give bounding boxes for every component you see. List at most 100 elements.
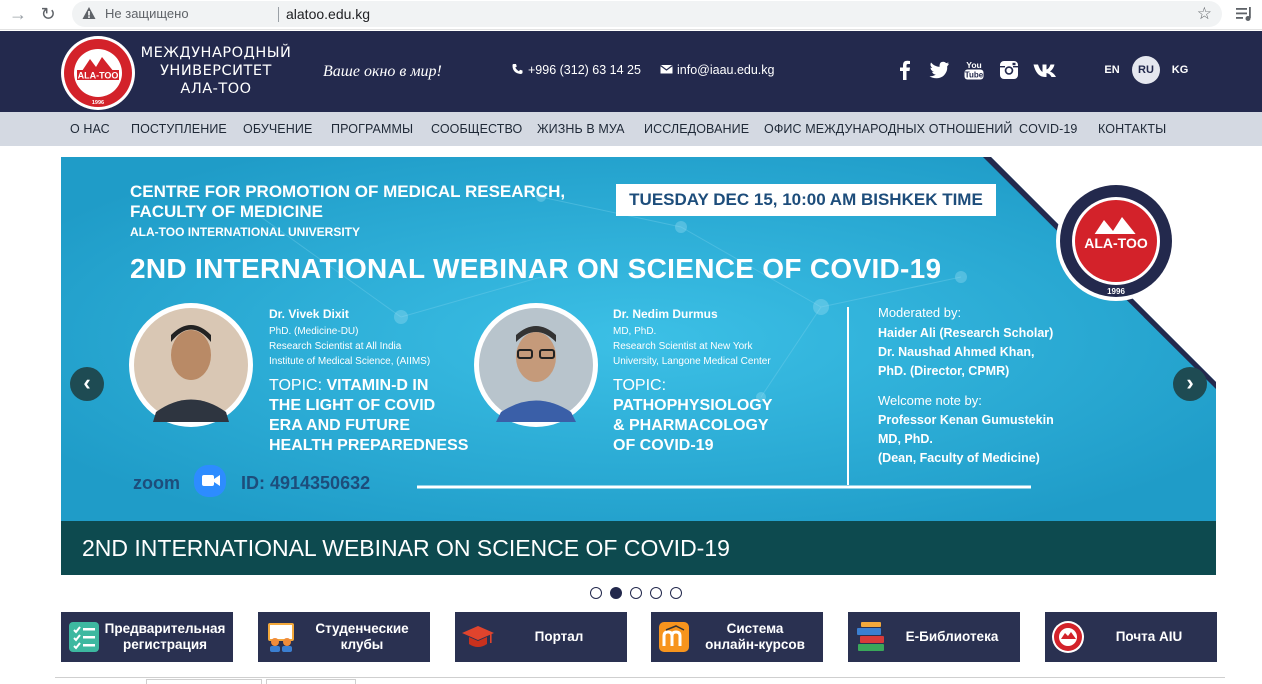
quick-link-label: Предварительная регистрация <box>101 612 229 662</box>
welcome-line: MD, PhD. <box>878 432 933 446</box>
slider-prev-button[interactable]: ‹ <box>70 367 104 401</box>
facebook-icon[interactable] <box>893 58 917 82</box>
slider-next-button[interactable]: › <box>1173 367 1207 401</box>
content-tab[interactable] <box>146 679 262 684</box>
slide-caption-bar: 2ND INTERNATIONAL WEBINAR ON SCIENCE OF … <box>61 521 1216 575</box>
speaker2-info: MD, PhD. Research Scientist at New York … <box>613 324 833 369</box>
speaker1-info-line: Research Scientist at All India <box>269 341 402 352</box>
twitter-icon[interactable] <box>927 58 951 82</box>
nav-item-contacts[interactable]: КОНТАКТЫ <box>1098 122 1166 136</box>
content-tab[interactable] <box>266 679 356 684</box>
quick-link-portal[interactable]: Портал <box>455 612 627 662</box>
bookmark-star-icon[interactable]: ☆ <box>1197 4 1212 24</box>
moderator-line: PhD. (Director, CPMR) <box>878 364 1010 378</box>
speaker1-info: PhD. (Medicine-DU) Research Scientist at… <box>269 324 469 369</box>
security-label[interactable]: Не защищено <box>105 6 189 21</box>
speaker2-info-line: MD, PhD. <box>613 326 657 337</box>
university-name-line: УНИВЕРСИТЕТ <box>160 63 272 79</box>
speaker1-topic-prefix: TOPIC: <box>269 377 327 394</box>
nav-item-covid[interactable]: COVID-19 <box>1019 122 1077 136</box>
nav-item-community[interactable]: СООБЩЕСТВО <box>431 122 522 136</box>
speaker1-name: Dr. Vivek Dixit <box>269 307 349 321</box>
hero-slider[interactable]: ALA-TOO 1996 CENTRE FOR PROMOTION OF MED… <box>61 157 1216 575</box>
nav-item-admission[interactable]: ПОСТУПЛЕНИЕ <box>131 122 227 136</box>
site-header: ALA-TOO 1996 МЕЖДУНАРОДНЫЙ УНИВЕРСИТЕТ А… <box>0 31 1262 112</box>
slide-heading: CENTRE FOR PROMOTION OF MEDICAL RESEARCH… <box>130 182 565 222</box>
warning-icon[interactable] <box>82 6 96 20</box>
back-arrow-icon[interactable]: → <box>8 4 28 24</box>
instagram-icon[interactable] <box>997 58 1021 82</box>
university-logo[interactable]: ALA-TOO 1996 <box>60 35 136 111</box>
email-address: info@iaau.edu.kg <box>677 63 775 77</box>
lang-ru-button[interactable]: RU <box>1132 56 1160 84</box>
nav-item-education[interactable]: ОБУЧЕНИЕ <box>243 122 312 136</box>
checklist-icon <box>69 622 99 652</box>
books-icon <box>857 622 884 651</box>
moderated-label: Moderated by: <box>878 305 962 320</box>
speaker2-name: Dr. Nedim Durmus <box>613 307 718 321</box>
reload-icon[interactable]: ↻ <box>38 4 58 24</box>
quick-link-label: Почта AIU <box>1115 629 1183 644</box>
speaker2-info-line: University, Langone Medical Center <box>613 356 771 367</box>
quick-link-preregistration[interactable]: Предварительная регистрация <box>61 612 233 662</box>
nav-item-about[interactable]: О НАС <box>70 122 110 136</box>
graduation-cap-icon <box>462 626 494 647</box>
quick-link-student-clubs[interactable]: Студенческие клубы <box>258 612 430 662</box>
phone-icon <box>512 64 523 74</box>
nav-item-international-office[interactable]: ОФИС МЕЖДУНАРОДНЫХ ОТНОШЕНИЙ <box>764 122 1013 136</box>
quick-link-line: клубы <box>340 637 384 652</box>
welcome-line: Professor Kenan Gumustekin <box>878 413 1054 427</box>
email-contact[interactable]: info@iaau.edu.kg <box>660 63 774 77</box>
speaker2-topic-prefix: TOPIC: <box>613 377 667 394</box>
logo-year: 1996 <box>92 100 104 106</box>
quick-link-e-library[interactable]: Е-Библиотека <box>848 612 1020 662</box>
speaker1-topic: TOPIC: VITAMIN-D IN THE LIGHT OF COVID E… <box>269 376 469 456</box>
slider-dot[interactable] <box>630 587 642 599</box>
vk-icon[interactable] <box>1032 58 1060 82</box>
quick-link-online-courses[interactable]: Система онлайн-курсов <box>651 612 823 662</box>
url-text[interactable]: alatoo.edu.kg <box>286 6 370 22</box>
lang-en-button[interactable]: EN <box>1098 56 1126 84</box>
nav-item-research[interactable]: ИССЛЕДОВАНИЕ <box>644 122 749 136</box>
slide-subheading: ALA-TOO INTERNATIONAL UNIVERSITY <box>130 225 361 239</box>
welcome-label: Welcome note by: <box>878 393 982 408</box>
moodle-icon <box>659 622 689 652</box>
students-board-icon <box>268 623 294 652</box>
nav-item-life[interactable]: ЖИЗНЬ В МУА <box>537 122 625 136</box>
slider-dot[interactable] <box>590 587 602 599</box>
speaker1-topic-line: ERA AND FUTURE <box>269 417 411 434</box>
slider-dot[interactable] <box>670 587 682 599</box>
quick-link-label: Студенческие клубы <box>298 612 426 662</box>
welcome-line: (Dean, Faculty of Medicine) <box>878 451 1040 465</box>
moderator-line: Haider Ali (Research Scholar) <box>878 326 1054 340</box>
quick-link-label: Система онлайн-курсов <box>691 612 819 662</box>
browser-toolbar: → ↻ Не защищено alatoo.edu.kg ☆ <box>0 0 1262 30</box>
quick-link-label: Е-Библиотека <box>905 629 999 644</box>
youtube-icon[interactable]: You Tube <box>962 58 986 82</box>
speaker1-topic-line: THE LIGHT OF COVID <box>269 397 436 414</box>
envelope-icon <box>660 65 673 74</box>
slide-caption: 2ND INTERNATIONAL WEBINAR ON SCIENCE OF … <box>82 535 730 561</box>
slider-dot[interactable] <box>650 587 662 599</box>
nav-item-programs[interactable]: ПРОГРАММЫ <box>331 122 413 136</box>
quick-link-line: Студенческие <box>315 621 409 636</box>
slide-heading-line: CENTRE FOR PROMOTION OF MEDICAL RESEARCH… <box>130 182 566 201</box>
zoom-meeting-id: ID: 4914350632 <box>241 473 371 493</box>
quick-link-line: онлайн-курсов <box>705 637 805 652</box>
slide-title: 2ND INTERNATIONAL WEBINAR ON SCIENCE OF … <box>130 253 942 284</box>
speaker2-topic-line: OF COVID-19 <box>613 437 714 454</box>
university-name[interactable]: МЕЖДУНАРОДНЫЙ УНИВЕРСИТЕТ АЛА-ТОО <box>138 44 294 98</box>
slide-heading-line: FACULTY OF MEDICINE <box>130 202 323 221</box>
address-bar[interactable]: Не защищено alatoo.edu.kg ☆ <box>72 1 1222 27</box>
welcome-speaker: Professor Kenan Gumustekin MD, PhD. (Dea… <box>878 411 1078 468</box>
quick-link-mail[interactable]: Почта AIU <box>1045 612 1217 662</box>
phone-contact[interactable]: +996 (312) 63 14 25 <box>511 63 641 77</box>
media-queue-icon[interactable] <box>1234 4 1254 24</box>
speaker2-topic: TOPIC: PATHOPHYSIOLOGY & PHARMACOLOGY OF… <box>613 376 813 456</box>
phone-number: +996 (312) 63 14 25 <box>528 63 641 77</box>
slider-dot-active[interactable] <box>610 587 622 599</box>
quick-link-label: Портал <box>534 629 584 644</box>
lang-kg-button[interactable]: KG <box>1166 56 1194 84</box>
zoom-logo: zoom <box>133 473 180 493</box>
svg-text:Tube: Tube <box>965 71 984 80</box>
